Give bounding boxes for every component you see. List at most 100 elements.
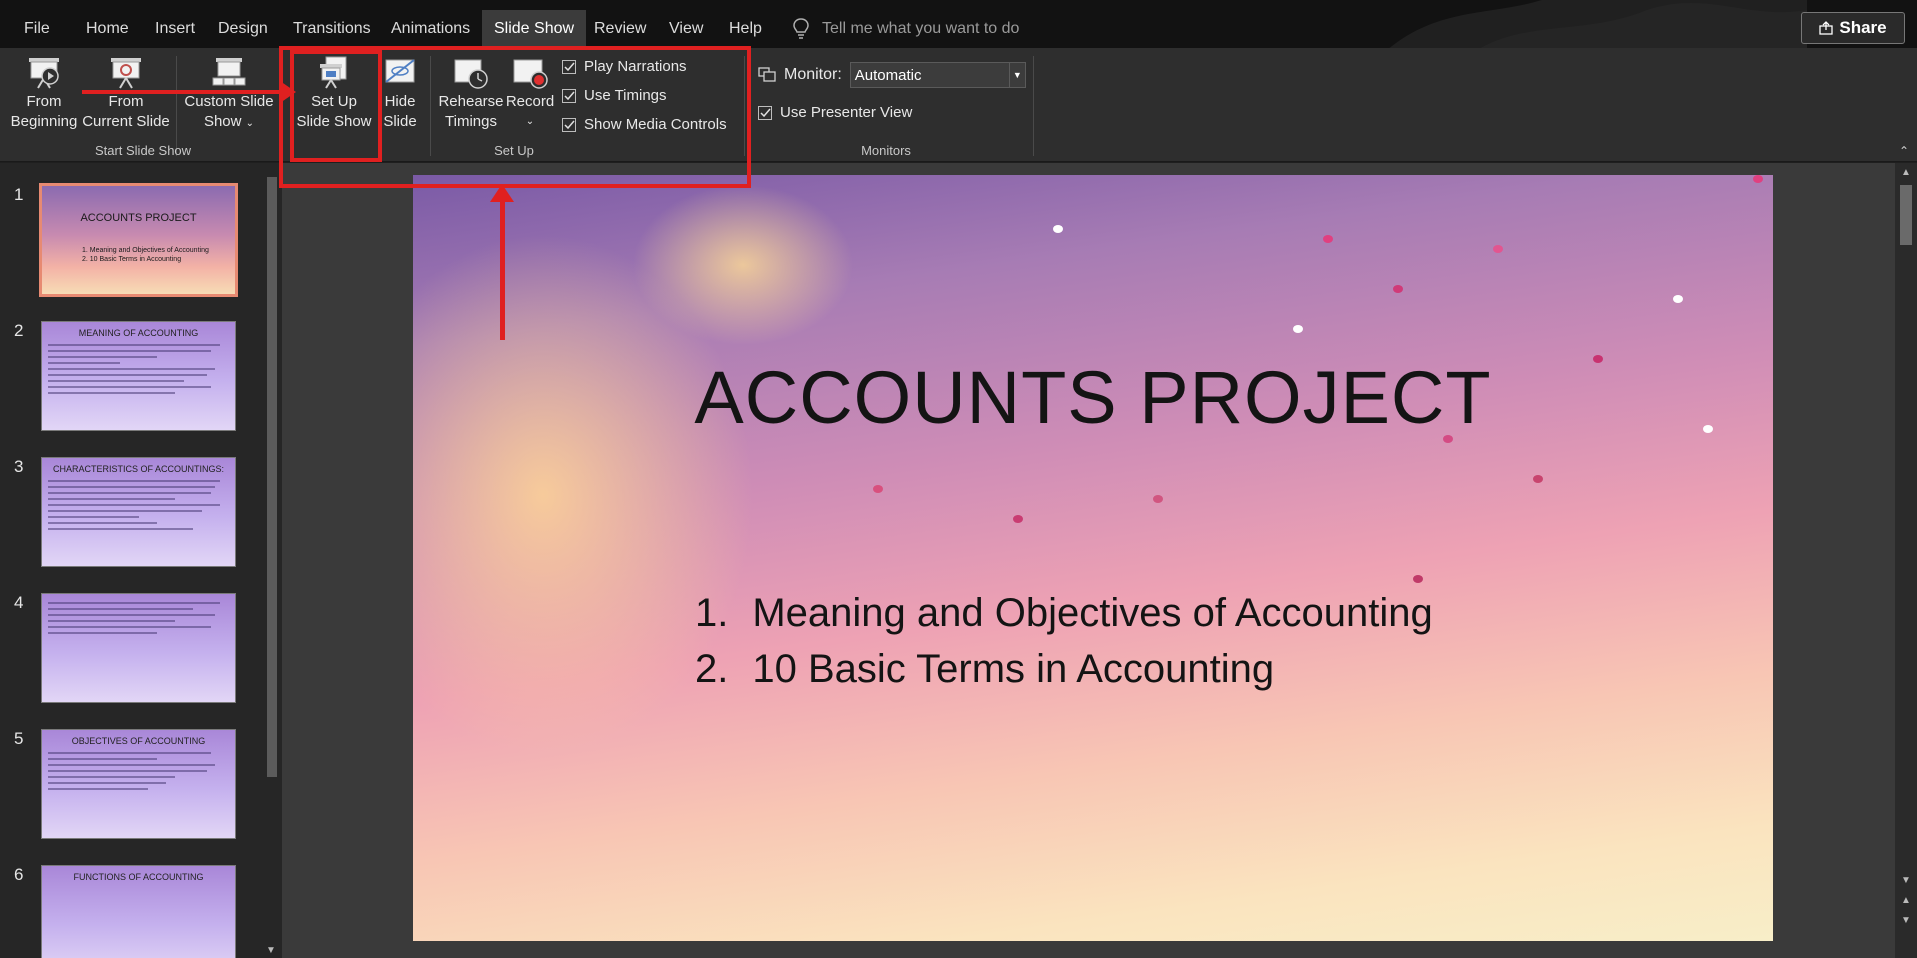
slide-list-item: 2. 10 Basic Terms in Accounting [695, 641, 1433, 697]
tell-me-placeholder: Tell me what you want to do [822, 20, 1020, 37]
presentation-play-icon [29, 58, 59, 89]
from-beginning-label-2: Beginning [10, 113, 78, 130]
petal-decoration [1153, 495, 1163, 503]
petal-decoration [1533, 475, 1543, 483]
tab-file[interactable]: File [12, 10, 62, 48]
thumb-text-lines [48, 752, 229, 794]
from-current-slide-button[interactable]: From Current Slide [82, 56, 170, 132]
previous-slide-icon[interactable]: ▲ [1901, 895, 1911, 906]
share-icon [1819, 21, 1834, 35]
petal-decoration [1493, 245, 1503, 253]
slide-number: 1 [14, 185, 24, 204]
thumb-title: FUNCTIONS OF ACCOUNTING [73, 872, 204, 882]
list-text: Meaning and Objectives of Accounting [752, 591, 1433, 635]
petal-decoration [1323, 235, 1333, 243]
thumb-list: 1. Meaning and Objectives of Accounting … [82, 246, 209, 264]
checkbox-checked-icon [758, 105, 772, 120]
use-presenter-view-checkbox[interactable]: Use Presenter View [758, 104, 912, 121]
thumb-list-item: 1. Meaning and Objectives of Accounting [82, 247, 209, 254]
from-current-label-2: Current Slide [82, 113, 170, 130]
monitor-label: Monitor: [784, 66, 842, 83]
next-slide-icon[interactable]: ▼ [1901, 915, 1911, 926]
thumb-title: OBJECTIVES OF ACCOUNTING [71, 736, 206, 746]
share-button[interactable]: Share [1801, 12, 1905, 44]
lightbulb-icon [793, 18, 809, 39]
thumb-text-lines [48, 602, 229, 638]
share-label: Share [1839, 18, 1887, 37]
editor-scrollbar[interactable]: ▲ ▼ ▲ ▼ [1895, 163, 1917, 958]
slide-preview[interactable]: FUNCTIONS OF ACCOUNTING [41, 865, 236, 958]
chevron-down-icon: ⌄ [245, 118, 255, 129]
slide-thumbnail[interactable]: 3 CHARACTERISTICS OF ACCOUNTINGS: [0, 457, 282, 577]
tab-design[interactable]: Design [206, 10, 280, 48]
monitor-selector: Monitor: Automatic ▼ [758, 62, 1026, 88]
list-number: 1. [695, 591, 729, 635]
title-bar-decoration [1389, 0, 1807, 48]
tab-animations[interactable]: Animations [379, 10, 482, 48]
scroll-down-icon[interactable]: ▼ [1901, 875, 1911, 886]
petal-decoration [873, 485, 883, 493]
custom-slide-show-button[interactable]: Custom Slide Show ⌄ [182, 56, 276, 134]
dropdown-arrow-icon: ▼ [1008, 63, 1025, 87]
slide-thumbnail[interactable]: 6 FUNCTIONS OF ACCOUNTING [0, 865, 282, 958]
background-cloud [633, 185, 853, 345]
slide-preview[interactable]: CHARACTERISTICS OF ACCOUNTINGS: [41, 457, 236, 567]
slide-thumbnail[interactable]: 4 [0, 593, 282, 713]
red-arrow-right [82, 81, 296, 103]
tell-me-search[interactable]: Tell me what you want to do [792, 10, 1019, 48]
scroll-down-icon[interactable]: ▼ [266, 945, 276, 956]
tab-view[interactable]: View [657, 10, 715, 48]
tab-help[interactable]: Help [717, 10, 774, 48]
monitor-icon [758, 67, 776, 82]
scrollbar-thumb[interactable] [1900, 185, 1912, 245]
thumb-title: CHARACTERISTICS OF ACCOUNTINGS: [52, 464, 224, 474]
thumb-text-lines [48, 480, 229, 534]
monitor-dropdown[interactable]: Automatic ▼ [849, 62, 1026, 88]
from-current-label-1: From [108, 93, 144, 110]
slide-thumbnail[interactable]: 5 OBJECTIVES OF ACCOUNTING [0, 729, 282, 849]
list-number: 2. [695, 647, 729, 691]
ribbon-separator [176, 56, 177, 156]
slide-thumbnail[interactable]: 1 ACCOUNTS PROJECT 1. Meaning and Object… [0, 183, 282, 305]
current-slide-canvas[interactable]: ACCOUNTS PROJECT 1. Meaning and Objectiv… [413, 175, 1773, 941]
from-beginning-label-1: From [26, 93, 62, 110]
slide-title[interactable]: ACCOUNTS PROJECT [413, 355, 1773, 440]
slide-list-item: 1. Meaning and Objectives of Accounting [695, 585, 1433, 641]
collapse-ribbon-icon[interactable]: ⌃ [1899, 144, 1909, 158]
custom-show-label-1: Custom Slide [184, 93, 274, 110]
tab-transitions[interactable]: Transitions [281, 10, 383, 48]
slide-preview[interactable]: OBJECTIVES OF ACCOUNTING [41, 729, 236, 839]
use-presenter-view-label: Use Presenter View [780, 104, 913, 121]
custom-show-label-2: Show ⌄ [182, 112, 276, 134]
slide-number: 5 [14, 729, 24, 748]
thumbnail-scrollbar[interactable]: ▼ [262, 163, 282, 958]
tab-home[interactable]: Home [74, 10, 141, 48]
slide-preview[interactable] [41, 593, 236, 703]
slide-thumbnail[interactable]: 2 MEANING OF ACCOUNTING [0, 321, 282, 441]
slide-preview[interactable]: MEANING OF ACCOUNTING [41, 321, 236, 431]
tab-review[interactable]: Review [582, 10, 658, 48]
setup-button-highlight [290, 50, 382, 162]
petal-decoration [1393, 285, 1403, 293]
slide-content-list[interactable]: 1. Meaning and Objectives of Accounting … [695, 585, 1433, 697]
petal-decoration [1413, 575, 1423, 583]
petal-decoration [1053, 225, 1063, 233]
tab-insert[interactable]: Insert [143, 10, 207, 48]
monitor-value: Automatic [854, 66, 922, 84]
red-arrow-up [490, 184, 514, 340]
from-beginning-button[interactable]: From Beginning [8, 56, 80, 132]
list-text: 10 Basic Terms in Accounting [752, 647, 1275, 691]
petal-decoration [1673, 295, 1683, 303]
slide-preview-selected[interactable]: ACCOUNTS PROJECT 1. Meaning and Objectiv… [39, 183, 238, 297]
scroll-up-icon[interactable]: ▲ [1901, 167, 1911, 178]
presentation-current-icon [111, 58, 141, 89]
custom-show-label-2-text: Show [203, 113, 242, 130]
thumb-title: ACCOUNTS PROJECT [80, 212, 197, 224]
scrollbar-thumb[interactable] [267, 177, 277, 777]
petal-decoration [1013, 515, 1023, 523]
custom-show-icon [212, 58, 246, 86]
tab-slide-show[interactable]: Slide Show [482, 10, 587, 48]
slide-number: 2 [14, 321, 24, 340]
thumb-title: MEANING OF ACCOUNTING [78, 328, 199, 338]
slide-number: 4 [14, 593, 24, 612]
